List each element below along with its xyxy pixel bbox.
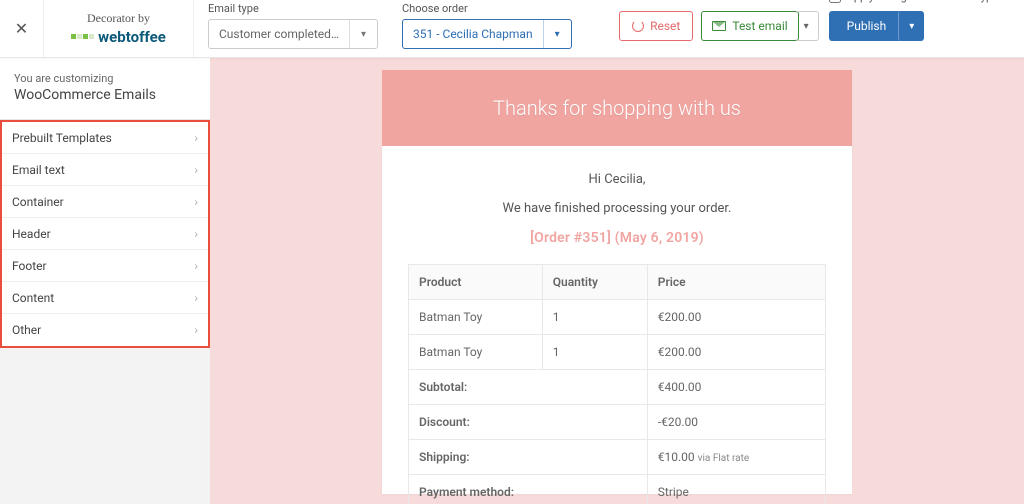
sidebar-header: You are customizing WooCommerce Emails [0,58,210,120]
choose-order-select[interactable]: 351 - Cecilia Chapman ▾ [402,19,572,49]
sidebar-item-other[interactable]: Other › [2,314,208,346]
email-order-ref: [Order #351] (May 6, 2019) [408,230,826,246]
chevron-right-icon: › [194,323,198,337]
total-row: Shipping: €10.00 via Flat rate [409,440,826,475]
reset-button[interactable]: Reset [619,11,693,41]
cell-price: €200.00 [647,335,825,370]
sidebar-item-prebuilt-templates[interactable]: Prebuilt Templates › [2,122,208,154]
sidebar-item-label: Other [12,323,41,337]
table-header-row: Product Quantity Price [409,265,826,300]
chevron-down-icon: ▾ [543,20,571,48]
col-qty: Quantity [542,265,647,300]
sidebar-list: Prebuilt Templates › Email text › Contai… [0,120,210,348]
table-row: Batman Toy 1 €200.00 [409,300,826,335]
total-value: €400.00 [647,370,825,405]
cell-qty: 1 [542,335,647,370]
chevron-right-icon: › [194,227,198,241]
topbar: ✕ Decorator by webtoffee Email type Cust… [0,0,1024,58]
email-greeting: Hi Cecilia, [408,172,826,187]
reset-label: Reset [650,19,680,33]
brand-logo-text: webtoffee [98,28,166,46]
close-panel-area: ✕ [0,0,44,57]
total-label: Payment method: [409,475,648,504]
total-row: Discount: -€20.00 [409,405,826,440]
sidebar-item-label: Prebuilt Templates [12,131,112,145]
test-email-button[interactable]: Test email [701,11,798,41]
publish-button[interactable]: Publish [829,11,905,41]
chevron-right-icon: › [194,163,198,177]
email-card: Thanks for shopping with us Hi Cecilia, … [382,70,852,494]
cell-product: Batman Toy [409,335,543,370]
apply-all-label: Apply changes to all email type [847,0,998,3]
total-value: €10.00 via Flat rate [647,440,825,475]
total-label: Shipping: [409,440,648,475]
test-email-caret[interactable]: ▾ [795,11,819,41]
chevron-right-icon: › [194,195,198,209]
reset-icon [632,20,644,32]
sidebar-item-content[interactable]: Content › [2,282,208,314]
logo-squares-icon [71,34,94,39]
total-row: Payment method: Stripe [409,475,826,504]
email-line1: We have finished processing your order. [408,201,826,216]
order-table: Product Quantity Price Batman Toy 1 €200… [408,264,826,504]
sidebar-item-label: Email text [12,163,65,177]
sidebar-item-container[interactable]: Container › [2,186,208,218]
customizer-sidebar: You are customizing WooCommerce Emails P… [0,58,210,504]
sidebar-item-header[interactable]: Header › [2,218,208,250]
sidebar-item-label: Container [12,195,64,209]
chevron-right-icon: › [194,291,198,305]
sidebar-item-label: Header [12,227,51,241]
sidebar-item-label: Footer [12,259,47,273]
table-row: Batman Toy 1 €200.00 [409,335,826,370]
total-value: -€20.00 [647,405,825,440]
brand-block: Decorator by webtoffee [44,0,194,57]
email-preview-area: Thanks for shopping with us Hi Cecilia, … [210,58,1024,504]
choose-order-label: Choose order [402,2,572,15]
sidebar-subtitle: You are customizing [14,72,196,85]
email-type-select[interactable]: Customer completed or… ▾ [208,19,378,49]
publish-label: Publish [847,19,887,33]
mail-icon [712,21,726,31]
email-type-label: Email type [208,2,378,15]
total-label: Discount: [409,405,648,440]
total-value: Stripe [647,475,825,504]
choose-order-value: 351 - Cecilia Chapman [403,27,543,41]
cell-qty: 1 [542,300,647,335]
chevron-right-icon: › [194,131,198,145]
email-type-value: Customer completed or… [209,27,349,41]
cell-product: Batman Toy [409,300,543,335]
test-email-label: Test email [732,19,787,33]
email-body: Hi Cecilia, We have finished processing … [382,146,852,504]
total-row: Subtotal: €400.00 [409,370,826,405]
total-label: Subtotal: [409,370,648,405]
chevron-right-icon: › [194,259,198,273]
sidebar-title: WooCommerce Emails [14,87,196,103]
email-hero: Thanks for shopping with us [382,70,852,146]
apply-all-checkbox[interactable] [829,0,841,3]
sidebar-item-email-text[interactable]: Email text › [2,154,208,186]
brand-decorator-by: Decorator by [48,11,189,25]
close-icon[interactable]: ✕ [15,19,28,38]
col-product: Product [409,265,543,300]
publish-caret[interactable]: ▾ [898,11,924,41]
brand-logo: webtoffee [48,28,189,46]
topbar-controls: Email type Customer completed or… ▾ Choo… [194,0,1024,57]
cell-price: €200.00 [647,300,825,335]
sidebar-item-footer[interactable]: Footer › [2,250,208,282]
chevron-down-icon: ▾ [349,20,377,48]
apply-all-checkbox-row[interactable]: Apply changes to all email type [829,0,998,3]
sidebar-item-label: Content [12,291,54,305]
col-price: Price [647,265,825,300]
